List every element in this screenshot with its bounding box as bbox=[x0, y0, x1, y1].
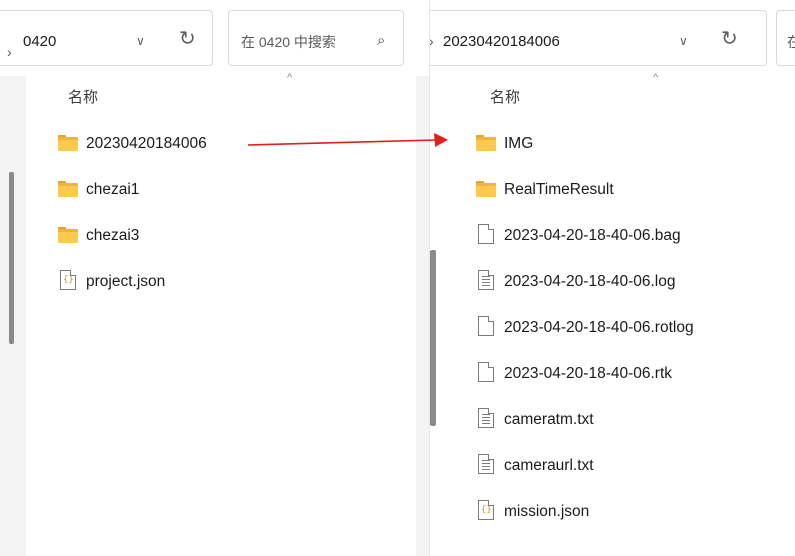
arrow-shaft bbox=[247, 139, 437, 146]
annotation-arrow bbox=[247, 133, 448, 147]
arrow-head-icon bbox=[434, 133, 448, 147]
